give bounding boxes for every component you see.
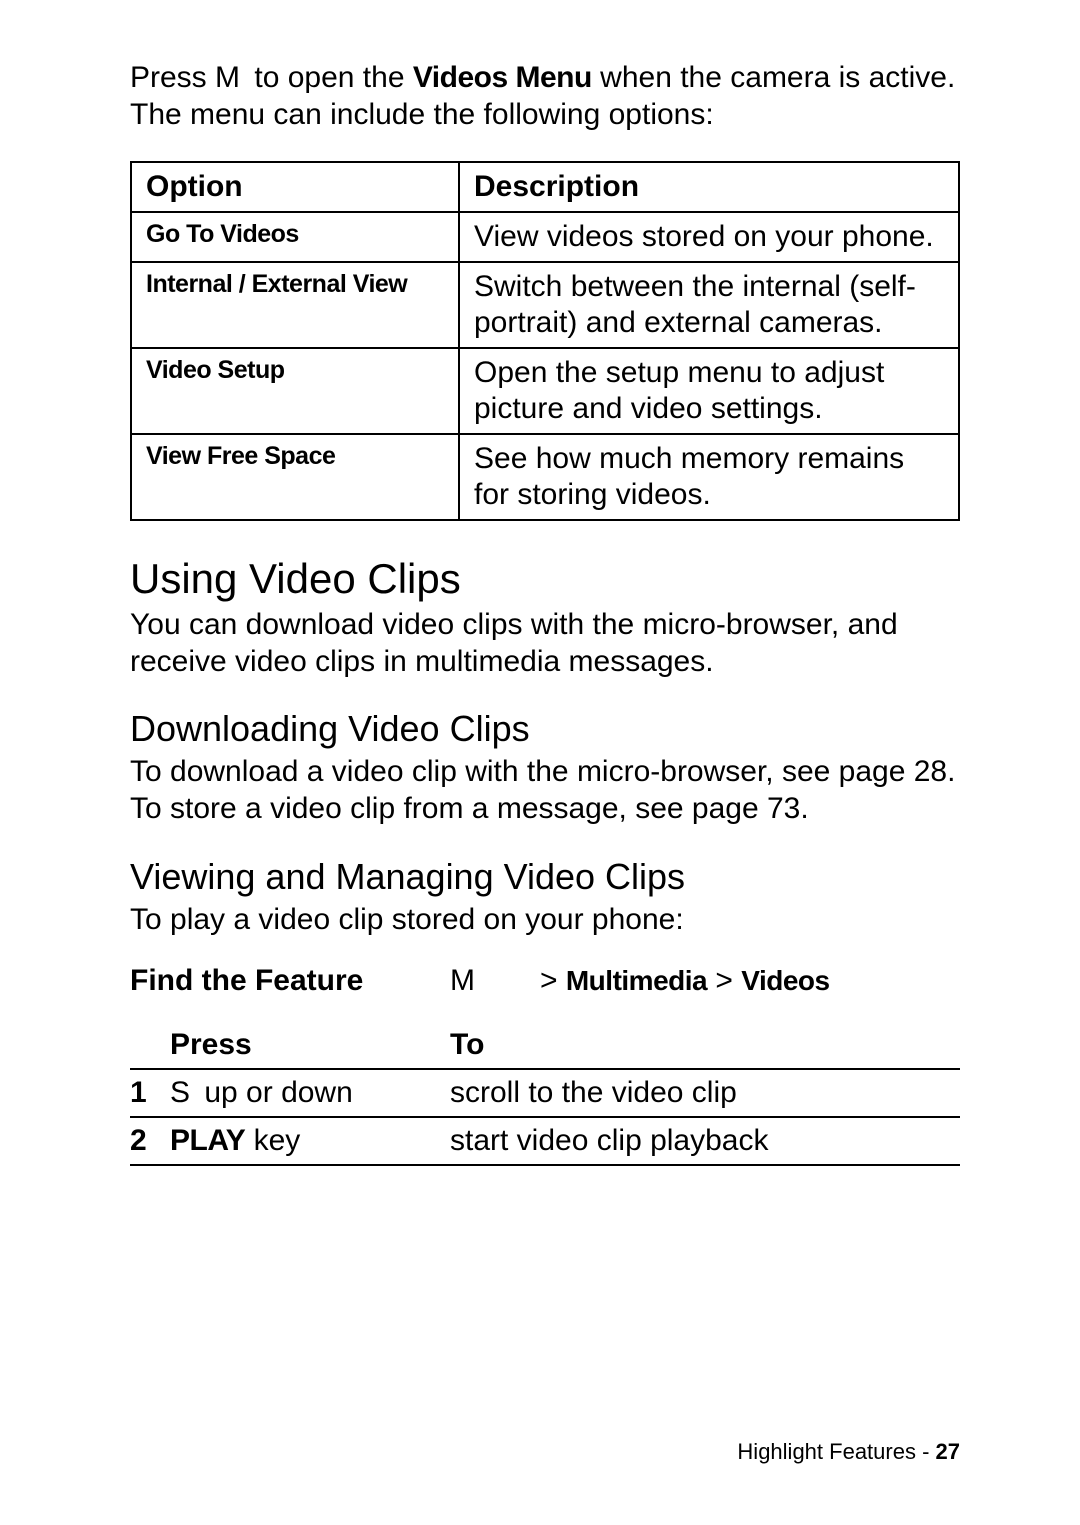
find-the-feature-row: Find the Feature M > Multimedia > Videos <box>130 964 960 998</box>
heading-using-video-clips: Using Video Clips <box>130 555 960 603</box>
path-item-videos: Videos <box>741 965 829 996</box>
option-name: Internal / External View <box>131 262 459 348</box>
steps-header-press: Press <box>170 1024 450 1069</box>
heading-viewing-managing-video-clips: Viewing and Managing Video Clips <box>130 856 960 898</box>
body-viewing: To play a video clip stored on your phon… <box>130 902 960 939</box>
path-item-multimedia: Multimedia <box>566 965 707 996</box>
menu-key-icon: M <box>215 61 240 94</box>
find-the-feature-label: Find the Feature <box>130 964 450 998</box>
intro-menu-name: Videos Menu <box>413 61 592 94</box>
feature-path: > Multimedia > Videos <box>540 964 830 998</box>
table-row: 2 PLAY key start video clip playback <box>130 1117 960 1165</box>
steps-table: Press To 1 S up or down scroll to the vi… <box>130 1024 960 1166</box>
steps-header-blank <box>130 1024 170 1069</box>
table-row: Internal / External View Switch between … <box>131 262 959 348</box>
option-name: View Free Space <box>131 434 459 520</box>
option-description: See how much memory remains for storing … <box>459 434 959 520</box>
intro-paragraph: Press M to open the Videos Menu when the… <box>130 60 960 133</box>
step-press-text: key <box>245 1124 300 1157</box>
table-row: 1 S up or down scroll to the video clip <box>130 1069 960 1117</box>
step-to: start video clip playback <box>450 1117 960 1165</box>
step-to: scroll to the video clip <box>450 1069 960 1117</box>
body-downloading: To download a video clip with the micro-… <box>130 754 960 827</box>
options-header-description: Description <box>459 162 959 212</box>
step-press: S up or down <box>170 1069 450 1117</box>
option-name: Video Setup <box>131 348 459 434</box>
page-footer: Highlight Features - 27 <box>737 1439 960 1465</box>
footer-section: Highlight Features - <box>737 1439 935 1464</box>
option-description: Switch between the internal (self-portra… <box>459 262 959 348</box>
table-row: Go To Videos View videos stored on your … <box>131 212 959 262</box>
path-sep: > <box>707 964 741 997</box>
menu-key-icon: M <box>450 964 540 998</box>
option-description: View videos stored on your phone. <box>459 212 959 262</box>
play-key-label: PLAY <box>170 1124 245 1157</box>
step-press: PLAY key <box>170 1117 450 1165</box>
option-name: Go To Videos <box>131 212 459 262</box>
heading-downloading-video-clips: Downloading Video Clips <box>130 708 960 750</box>
body-using: You can download video clips with the mi… <box>130 607 960 680</box>
table-row: View Free Space See how much memory rema… <box>131 434 959 520</box>
step-press-text: up or down <box>196 1076 353 1109</box>
options-header-option: Option <box>131 162 459 212</box>
nav-key-icon: S <box>170 1076 190 1109</box>
footer-page-number: 27 <box>936 1439 960 1464</box>
intro-mid: to open the <box>246 61 413 94</box>
option-description: Open the setup menu to adjust picture an… <box>459 348 959 434</box>
table-row: Video Setup Open the setup menu to adjus… <box>131 348 959 434</box>
intro-prefix: Press <box>130 61 215 94</box>
path-prefix: > <box>540 964 566 997</box>
step-number: 1 <box>130 1069 170 1117</box>
manual-page: Press M to open the Videos Menu when the… <box>0 0 1080 1525</box>
options-table: Option Description Go To Videos View vid… <box>130 161 960 521</box>
steps-header-to: To <box>450 1024 960 1069</box>
step-number: 2 <box>130 1117 170 1165</box>
